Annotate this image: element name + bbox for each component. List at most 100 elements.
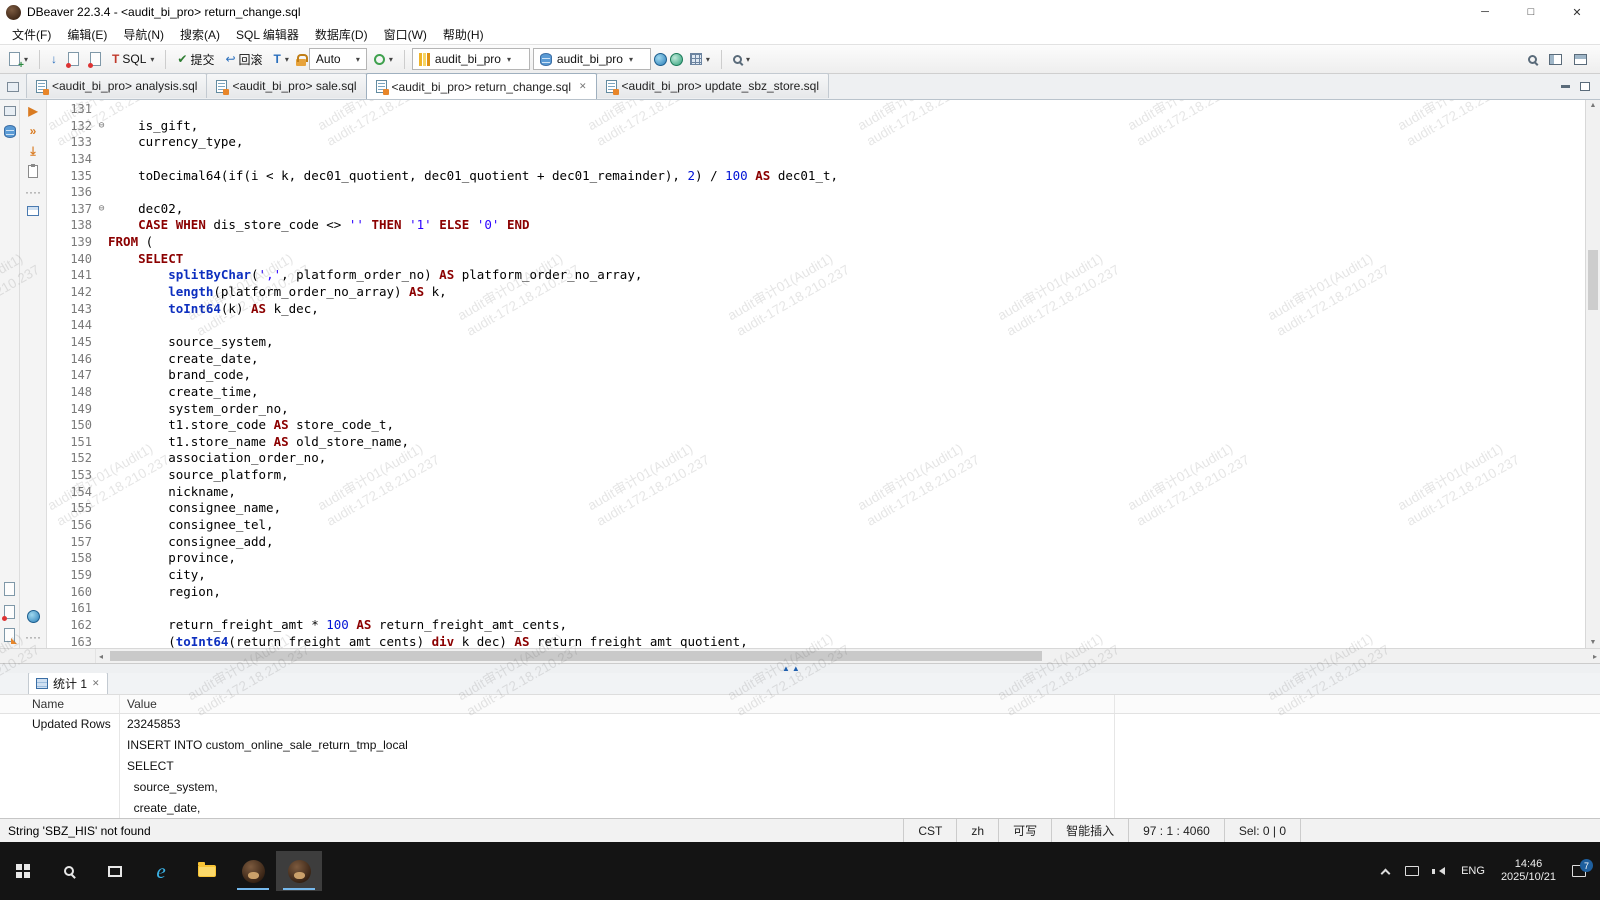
sql-console-view-icon[interactable] — [4, 582, 15, 596]
menu-file[interactable]: 文件(F) — [4, 24, 59, 45]
transaction-mode-dropdown[interactable]: T ▾ — [270, 51, 293, 67]
taskbar-clock[interactable]: 14:46 2025/10/21 — [1501, 858, 1556, 884]
quick-access-search-icon[interactable] — [1528, 55, 1537, 64]
close-tab-icon[interactable]: ✕ — [579, 81, 587, 92]
menu-window[interactable]: 窗口(W) — [376, 24, 435, 45]
minimize-button[interactable]: ─ — [1462, 0, 1508, 24]
minimized-views-bar[interactable] — [0, 74, 26, 99]
sql-editor[interactable]: 131132⊖ is_gift,133 currency_type,134135… — [47, 100, 1585, 648]
web-link-icon[interactable] — [27, 610, 40, 623]
panel-divider[interactable]: ▲▲ — [0, 663, 1600, 673]
fold-collapse-icon[interactable]: ⊖ — [95, 118, 108, 135]
restore-panels-arrows[interactable]: ▲▲ — [782, 664, 802, 673]
code-text[interactable]: province, — [108, 550, 236, 567]
explain-plan-icon[interactable] — [28, 165, 38, 178]
editor-tab-2[interactable]: <audit_bi_pro> sale.sql — [206, 73, 366, 98]
code-text[interactable]: source_system, — [108, 334, 274, 351]
text-editor-view-icon[interactable] — [4, 628, 15, 642]
restore-view-icon[interactable] — [7, 82, 19, 92]
editor-horizontal-scrollbar[interactable]: ◂ ▸ — [96, 649, 1600, 663]
code-text[interactable]: CASE WHEN dis_store_code <> '' THEN '1' … — [108, 217, 530, 234]
code-text[interactable]: consignee_name, — [108, 500, 281, 517]
volume-icon[interactable] — [1435, 867, 1445, 875]
tray-expand-icon[interactable] — [1381, 868, 1391, 878]
menu-help[interactable]: 帮助(H) — [435, 24, 492, 45]
execute-statement-icon[interactable]: ▶ — [28, 105, 37, 117]
column-header-value[interactable]: Value — [120, 695, 1115, 713]
execute-script-icon[interactable]: » — [30, 125, 37, 137]
transaction-log-dropdown[interactable]: ▾ — [370, 52, 397, 67]
table-row[interactable]: source_system, — [0, 777, 1600, 798]
table-row[interactable]: SELECT — [0, 756, 1600, 777]
internet-explorer-button[interactable]: e — [138, 851, 184, 891]
open-panel-icon[interactable] — [27, 206, 39, 216]
menu-edit[interactable]: 编辑(E) — [59, 24, 115, 45]
code-text[interactable]: (toInt64(return_freight_amt_cents) div k… — [108, 634, 748, 649]
new-sql-script-button[interactable]: ▾ — [5, 50, 32, 68]
code-text[interactable]: is_gift, — [108, 118, 198, 135]
code-text[interactable]: SELECT — [108, 251, 183, 268]
open-perspective-icon[interactable] — [1549, 54, 1562, 65]
database-selector[interactable]: audit_bi_pro ▾ — [533, 48, 651, 70]
arrow-down-icon[interactable]: ↓ — [47, 51, 61, 67]
code-text[interactable]: toInt64(k) AS k_dec, — [108, 301, 319, 318]
editor-tab-1[interactable]: <audit_bi_pro> analysis.sql — [26, 73, 207, 98]
save-as-button[interactable] — [86, 50, 105, 68]
editor-tab-4[interactable]: <audit_bi_pro> update_sbz_store.sql — [596, 73, 829, 98]
compass-icon[interactable] — [670, 53, 683, 66]
table-row[interactable]: INSERT INTO custom_online_sale_return_tm… — [0, 735, 1600, 756]
dbeaver-taskbar-button[interactable] — [230, 851, 276, 891]
code-text[interactable]: return_freight_amt * 100 AS return_freig… — [108, 617, 567, 634]
code-text[interactable]: system_order_no, — [108, 401, 289, 418]
code-text[interactable]: source_platform, — [108, 467, 289, 484]
language-indicator[interactable]: ENG — [1461, 865, 1485, 877]
maximize-button[interactable]: □ — [1508, 0, 1554, 24]
globe-icon[interactable] — [654, 53, 667, 66]
code-text[interactable]: consignee_tel, — [108, 517, 274, 534]
code-text[interactable]: t1.store_code AS store_code_t, — [108, 417, 394, 434]
scroll-right-icon[interactable]: ▸ — [1590, 649, 1600, 663]
scroll-down-icon[interactable]: ▼ — [1586, 639, 1600, 646]
vertical-scroll-thumb[interactable] — [1588, 250, 1598, 310]
scroll-up-icon[interactable]: ▲ — [1586, 102, 1600, 109]
code-text[interactable]: toDecimal64(if(i < k, dec01_quotient, de… — [108, 168, 838, 185]
menu-search[interactable]: 搜索(A) — [172, 24, 228, 45]
code-text[interactable]: splitByChar(',', platform_order_no) AS p… — [108, 267, 642, 284]
code-text[interactable]: length(platform_order_no_array) AS k, — [108, 284, 447, 301]
menu-navigate[interactable]: 导航(N) — [115, 24, 172, 45]
code-text[interactable]: currency_type, — [108, 134, 243, 151]
minimize-editor-area-icon[interactable] — [1561, 85, 1570, 88]
code-text[interactable]: region, — [108, 584, 221, 601]
search-dropdown[interactable]: ▾ — [729, 53, 754, 66]
touch-keyboard-icon[interactable] — [1405, 866, 1419, 876]
autocommit-select[interactable]: Auto ▾ — [309, 48, 367, 70]
horizontal-scroll-thumb[interactable] — [110, 651, 1042, 661]
table-row[interactable]: create_date, — [0, 798, 1600, 818]
close-icon[interactable]: ✕ — [92, 678, 100, 689]
more-icon[interactable]: ···· — [25, 631, 41, 643]
code-text[interactable]: city, — [108, 567, 206, 584]
menu-database[interactable]: 数据库(D) — [307, 24, 376, 45]
column-header-name[interactable]: Name — [25, 695, 120, 713]
db-navigator-icon[interactable] — [4, 125, 16, 138]
tab-statistics[interactable]: 统计 1 ✕ — [28, 672, 108, 694]
grid-view-dropdown[interactable]: ▾ — [686, 51, 714, 67]
taskbar-search-button[interactable] — [46, 851, 92, 891]
code-text[interactable]: brand_code, — [108, 367, 251, 384]
table-row[interactable]: Updated Rows23245853 — [0, 714, 1600, 735]
error-log-view-icon[interactable] — [4, 605, 15, 619]
menu-sql-editor[interactable]: SQL 编辑器 — [228, 24, 307, 45]
file-explorer-button[interactable] — [184, 851, 230, 891]
task-view-button[interactable] — [92, 851, 138, 891]
code-text[interactable]: association_order_no, — [108, 450, 326, 467]
scroll-left-icon[interactable]: ◂ — [96, 649, 106, 663]
sql-dialect-dropdown[interactable]: T SQL ▾ — [108, 50, 158, 68]
code-text[interactable]: nickname, — [108, 484, 236, 501]
export-from-query-icon[interactable]: ⤓ — [30, 145, 35, 157]
fold-collapse-icon[interactable]: ⊖ — [95, 201, 108, 218]
code-text[interactable]: create_date, — [108, 351, 259, 368]
save-button[interactable] — [64, 50, 83, 68]
editor-layout-icon[interactable] — [1574, 54, 1587, 65]
editor-tab-3[interactable]: <audit_bi_pro> return_change.sql✕ — [366, 73, 597, 99]
code-text[interactable]: t1.store_name AS old_store_name, — [108, 434, 409, 451]
